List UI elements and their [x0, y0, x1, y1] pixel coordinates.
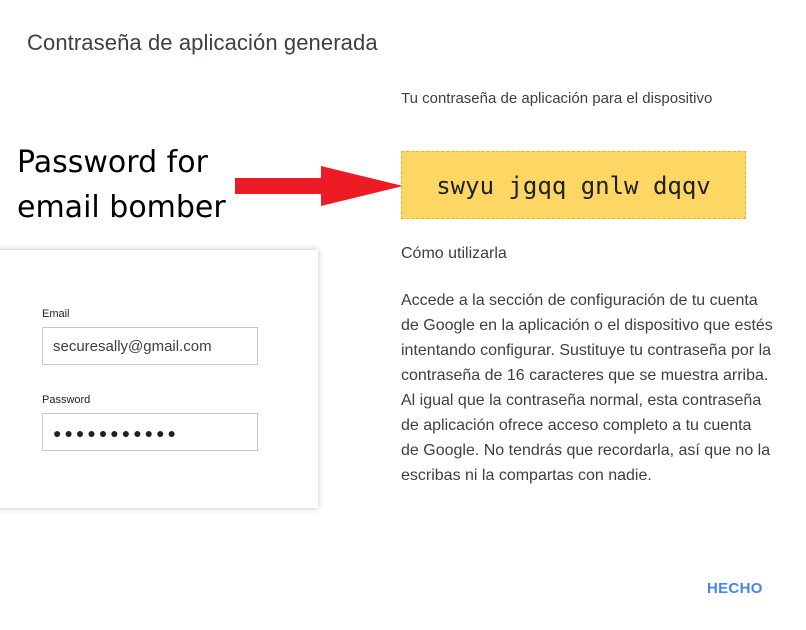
- password-heading: Tu contraseña de aplicación para el disp…: [401, 90, 713, 107]
- arrow-shape: [235, 166, 403, 206]
- email-field[interactable]: securesally@gmail.com: [42, 327, 258, 365]
- password-field[interactable]: ●●●●●●●●●●●: [42, 413, 258, 451]
- app-password-box: swyu jgqq gnlw dqqv: [401, 151, 746, 219]
- email-label: Email: [42, 308, 70, 320]
- how-to-title: Cómo utilizarla: [401, 245, 507, 262]
- how-to-instructions: Accede a la sección de configuración de …: [401, 288, 773, 488]
- dialog-title: Contraseña de aplicación generada: [27, 30, 378, 55]
- red-arrow-icon: [235, 166, 403, 206]
- how-to-paragraph: Al igual que la contraseña normal, esta …: [401, 392, 771, 484]
- login-form-card: Email securesally@gmail.com Password ●●●…: [0, 250, 318, 508]
- annotation-text: Password for email bomber: [17, 145, 226, 225]
- password-label: Password: [42, 394, 91, 406]
- done-button[interactable]: HECHO: [707, 580, 763, 597]
- how-to-paragraph: Accede a la sección de configuración de …: [401, 292, 773, 384]
